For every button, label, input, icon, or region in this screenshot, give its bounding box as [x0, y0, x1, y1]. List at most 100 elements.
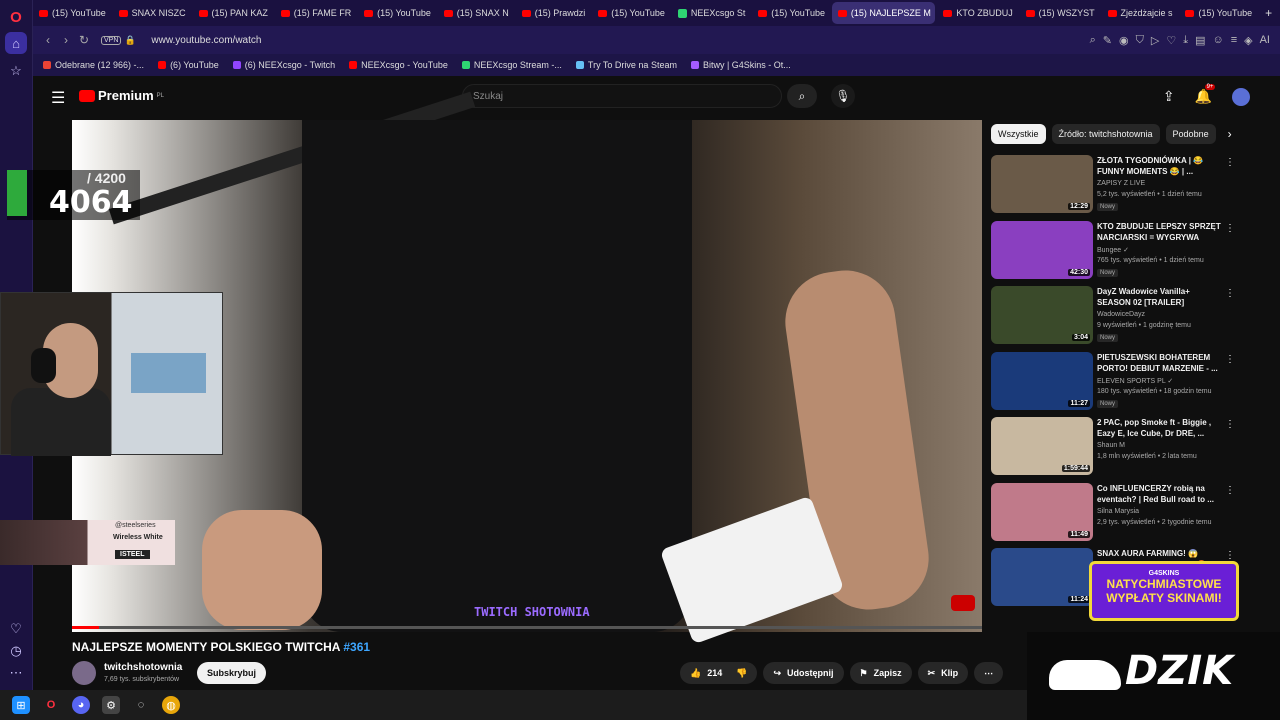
download-icon[interactable]: ⤓	[1183, 34, 1188, 47]
play-icon[interactable]: ▷	[1151, 34, 1159, 47]
settings-icon[interactable]: ⚙	[102, 696, 120, 714]
bookmark[interactable]: NEEXcsgo - YouTube	[349, 60, 448, 70]
more-options-icon[interactable]: ⋮	[1225, 485, 1235, 496]
video-thumbnail[interactable]: 11:24	[991, 548, 1093, 606]
more-options-icon[interactable]: ⋮	[1225, 288, 1235, 299]
bookmark[interactable]: (6) NEEXcsgo - Twitch	[232, 60, 335, 70]
home-icon[interactable]: ⌂	[5, 32, 27, 54]
history-icon[interactable]: ◷	[5, 640, 27, 662]
heart-icon[interactable]: ♡	[5, 618, 27, 640]
recommendation-title[interactable]: PIETUSZEWSKI BOHATEREM PORTO! DEBIUT MAR…	[1097, 352, 1222, 374]
recommendation-title[interactable]: ZŁOTA TYGODNIÓWKA | 😂 FUNNY MOMENTS 😂 | …	[1097, 155, 1222, 177]
recommendation-title[interactable]: Co INFLUENCERZY robią na eventach? | Red…	[1097, 483, 1222, 505]
thumbs-down-icon[interactable]: 👎	[736, 668, 747, 679]
tab[interactable]: (15) FAME FR	[275, 2, 356, 24]
account-icon[interactable]: ☺	[1212, 34, 1223, 46]
bookmark[interactable]: Odebrane (12 966) -...	[43, 60, 144, 70]
chevron-right-icon[interactable]: ›	[1228, 124, 1232, 144]
recommendation-item[interactable]: 12:29 ZŁOTA TYGODNIÓWKA | 😂 FUNNY MOMENTS…	[991, 155, 1241, 215]
microphone-icon[interactable]: 🎙	[831, 84, 855, 108]
bookmark[interactable]: NEEXcsgo Stream -...	[461, 60, 562, 70]
recommendation-title[interactable]: 2 PAC, pop Smoke ft - Biggie , Eazy E, I…	[1097, 417, 1222, 439]
notifications-icon[interactable]: 🔔 9+	[1195, 84, 1216, 106]
tab[interactable]: Zjeżdżajcie s	[1102, 2, 1178, 24]
new-tab-button[interactable]: +	[1259, 2, 1278, 24]
channel-avatar[interactable]	[72, 661, 96, 685]
opera-logo-icon[interactable]: O	[5, 6, 27, 28]
more-options-icon[interactable]: ⋮	[1225, 354, 1235, 365]
recommendation-item[interactable]: 11:27 PIETUSZEWSKI BOHATEREM PORTO! DEBIU…	[991, 351, 1241, 412]
video-thumbnail[interactable]: 3:04	[991, 286, 1093, 344]
more-icon[interactable]: ⋯	[5, 662, 27, 684]
share-button[interactable]: ↪ Udostępnij	[763, 662, 844, 684]
video-title-hashtag[interactable]: #361	[343, 640, 370, 654]
opera-icon[interactable]: O	[42, 696, 60, 714]
edit-icon[interactable]: ✎	[1103, 34, 1112, 47]
chip-all[interactable]: Wszystkie	[991, 124, 1046, 144]
chip-source[interactable]: Źródło: twitchshotownia	[1051, 124, 1160, 144]
recommendation-item[interactable]: 3:04 DayZ Wadowice Vanilla+ SEASON 02 [TR…	[991, 286, 1241, 346]
tab[interactable]: (15) SNAX N	[438, 2, 514, 24]
video-thumbnail[interactable]: 12:29	[991, 155, 1093, 213]
recommendation-channel[interactable]: Silna Marysia	[1097, 508, 1139, 515]
channel-name[interactable]: twitchshotownia	[104, 662, 182, 673]
recommendation-item[interactable]: 1:59:44 2 PAC, pop Smoke ft - Biggie , Ea…	[991, 417, 1241, 477]
more-actions-button[interactable]: ⋯	[974, 662, 1004, 684]
save-button[interactable]: ⚑ Zapisz	[849, 662, 912, 684]
video-thumbnail[interactable]: 11:27	[991, 351, 1093, 410]
bookmark[interactable]: Try To Drive na Steam	[575, 60, 677, 70]
hamburger-menu-icon[interactable]: ☰	[51, 88, 65, 108]
recommendation-item[interactable]: 11:49 Co INFLUENCERZY robią na eventach? …	[991, 482, 1241, 543]
wallet-icon[interactable]: ▤	[1195, 34, 1205, 47]
tab[interactable]: (15) YouTube	[1179, 2, 1257, 24]
reload-icon[interactable]: ↻	[75, 33, 93, 47]
bookmark[interactable]: (6) YouTube	[158, 60, 219, 70]
star-icon[interactable]: ☆	[5, 60, 27, 82]
shield-icon[interactable]: ⛉	[1136, 34, 1144, 47]
tab-active[interactable]: (15) NAJLEPSZE M	[831, 2, 936, 24]
cube-icon[interactable]: ◈	[1244, 34, 1252, 47]
avatar[interactable]	[1232, 88, 1250, 106]
recommendation-title[interactable]: KTO ZBUDUJE LEPSZY SPRZĘT NARCIARSKI = W…	[1097, 221, 1222, 243]
search-icon[interactable]: ⌕	[1090, 34, 1096, 47]
search-input[interactable]: Szukaj	[462, 84, 782, 108]
url-field[interactable]: www.youtube.com/watch	[151, 35, 261, 46]
bookmark[interactable]: Bitwy | G4Skins - Ot...	[690, 60, 791, 70]
more-options-icon[interactable]: ⋮	[1225, 419, 1235, 430]
recommendation-item[interactable]: 42:30 KTO ZBUDUJE LEPSZY SPRZĘT NARCIARSK…	[991, 220, 1241, 281]
tab[interactable]: (15) WSZYST	[1020, 2, 1100, 24]
more-options-icon[interactable]: ⋮	[1225, 157, 1235, 168]
menu-icon[interactable]: ≡	[1231, 34, 1237, 46]
video-thumbnail[interactable]: 1:59:44	[991, 417, 1093, 475]
heart-icon[interactable]: ♡	[1166, 34, 1176, 47]
tab[interactable]: (15) Prawdzi	[516, 2, 590, 24]
ai-button[interactable]: AI	[1260, 34, 1270, 46]
youtube-logo[interactable]: Premium PL	[79, 88, 164, 103]
search-button[interactable]: ⌕	[787, 84, 817, 108]
tab[interactable]: NEEXcsgo St	[672, 2, 750, 24]
recommendation-channel[interactable]: WadowiceDayz	[1097, 311, 1145, 318]
more-options-icon[interactable]: ⋮	[1225, 223, 1235, 234]
recommendation-channel[interactable]: ZAPISY Z LIVE	[1097, 180, 1145, 187]
tab[interactable]: (15) YouTube	[358, 2, 436, 24]
tab[interactable]: (15) PAN KAZ	[193, 2, 273, 24]
video-thumbnail[interactable]: 11:49	[991, 482, 1093, 541]
video-progress-bar[interactable]	[72, 626, 982, 629]
recommendation-channel[interactable]: Bungee ✓	[1097, 246, 1129, 254]
upload-icon[interactable]: ⇪	[1163, 88, 1175, 106]
tab[interactable]: (15) YouTube	[33, 2, 111, 24]
subscribe-button[interactable]: Subskrybuj	[197, 662, 267, 684]
tab[interactable]: (15) YouTube	[752, 2, 830, 24]
back-icon[interactable]: ‹	[39, 33, 57, 47]
tab[interactable]: SNAX NISZC	[113, 2, 191, 24]
tab[interactable]: (15) YouTube	[592, 2, 670, 24]
clip-button[interactable]: ✂ Klip	[917, 662, 969, 684]
recommendation-title[interactable]: DayZ Wadowice Vanilla+ SEASON 02 [TRAILE…	[1097, 286, 1222, 308]
video-thumbnail[interactable]: 42:30	[991, 220, 1093, 279]
windows-start-icon[interactable]: ⊞	[12, 696, 30, 714]
tab[interactable]: KTO ZBUDUJ	[937, 2, 1017, 24]
more-options-icon[interactable]: ⋮	[1225, 550, 1235, 561]
forward-icon[interactable]: ›	[57, 33, 75, 47]
loader-icon[interactable]: ◌	[132, 696, 150, 714]
discord-icon[interactable]: ◕	[72, 696, 90, 714]
